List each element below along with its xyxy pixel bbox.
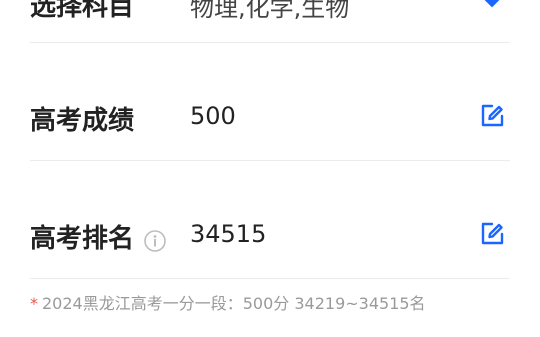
edit-icon[interactable] [478, 220, 506, 248]
subject-label: 选择科目 [30, 0, 135, 22]
info-icon[interactable] [144, 229, 166, 252]
required-marker: * [30, 294, 38, 313]
score-value[interactable]: 500 [190, 102, 236, 130]
rank-label: 高考排名 [30, 218, 166, 255]
subject-row[interactable]: 选择科目 物理,化学,生物 [30, 0, 510, 43]
score-label: 高考成绩 [30, 106, 135, 136]
rank-value[interactable]: 34515 [190, 220, 266, 248]
chevron-down-icon[interactable] [478, 0, 506, 16]
score-row[interactable]: 高考成绩 500 [30, 42, 510, 161]
score-rank-footnote: * 2024黑龙江高考一分一段：500分 34219~34515名 [30, 290, 426, 314]
edit-icon[interactable] [478, 102, 506, 130]
subject-value: 物理,化学,生物 [190, 0, 350, 22]
rank-row[interactable]: 高考排名 34515 [30, 160, 510, 279]
footnote-text: 2024黑龙江高考一分一段：500分 34219~34515名 [42, 294, 426, 313]
rank-label-text: 高考排名 [30, 224, 135, 254]
